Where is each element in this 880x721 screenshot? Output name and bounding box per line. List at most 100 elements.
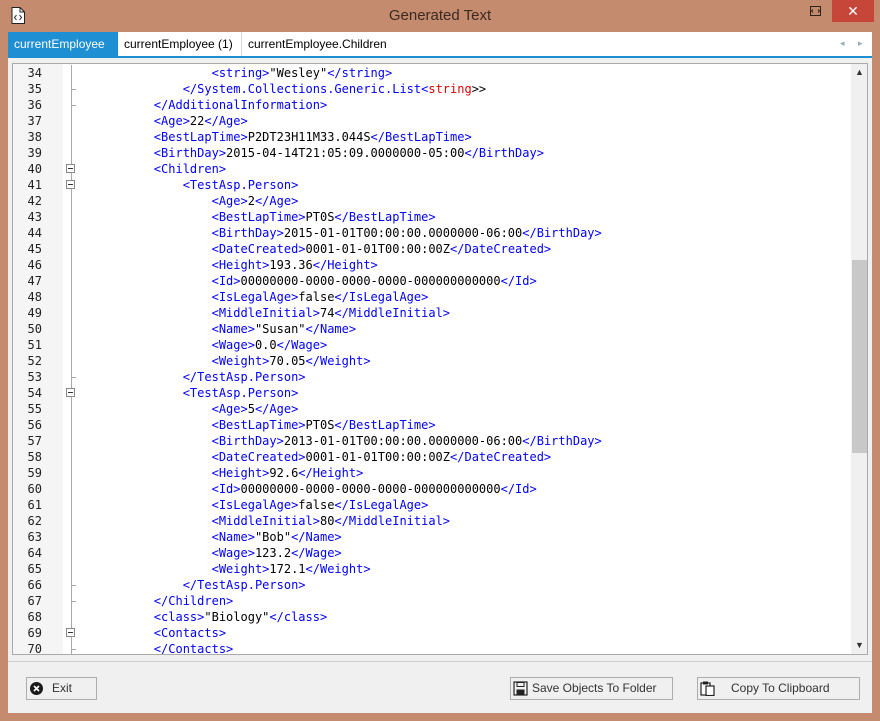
xml-tag: <Children>: [153, 162, 227, 176]
code-text: </TestAsp.Person>: [96, 369, 306, 385]
line-number: 35: [27, 82, 42, 96]
xml-value: 80: [319, 514, 335, 528]
code-line: 65 <Weight>172.1</Weight>: [13, 561, 851, 577]
vertical-scrollbar[interactable]: ▲ ▼: [851, 64, 867, 654]
fold-guide: [65, 225, 79, 241]
fold-toggle[interactable]: [65, 177, 79, 193]
xml-value: 193.36: [269, 258, 313, 272]
xml-tag: <BestLapTime>: [153, 130, 248, 144]
fold-guide: [65, 449, 79, 465]
copy-to-clipboard-button[interactable]: Copy To Clipboard: [697, 677, 860, 700]
fold-toggle[interactable]: [65, 625, 79, 641]
scroll-down-button[interactable]: ▼: [851, 637, 867, 654]
title-bar[interactable]: Generated Text ✕: [0, 0, 880, 32]
code-line: 51 <Wage>0.0</Wage>: [13, 337, 851, 353]
fold-guide: [65, 433, 79, 449]
line-number: 70: [27, 642, 42, 655]
xml-value: 2015-01-01T00:00:00.0000000-06:00: [283, 226, 523, 240]
tab-current-employee-children[interactable]: currentEmployee.Children: [242, 32, 392, 56]
xml-tag: </BestLapTime>: [334, 210, 436, 224]
code-line: 56 <BestLapTime>PT0S</BestLapTime>: [13, 417, 851, 433]
code-line: 41 <TestAsp.Person>: [13, 177, 851, 193]
line-number: 65: [27, 562, 42, 576]
fold-guide: [65, 193, 79, 209]
fold-guide: [65, 497, 79, 513]
line-number: 37: [27, 114, 42, 128]
fold-guide: [65, 337, 79, 353]
fold-guide: [65, 81, 79, 97]
line-number: 56: [27, 418, 42, 432]
tab-current-employee[interactable]: currentEmployee: [8, 32, 118, 56]
tab-scroll-left-button[interactable]: ◂: [840, 32, 845, 56]
xml-tag: <IsLegalAge>: [211, 290, 299, 304]
fold-toggle[interactable]: [65, 385, 79, 401]
window-title: Generated Text: [388, 7, 492, 24]
fold-guide: [65, 529, 79, 545]
fold-guide: [65, 257, 79, 273]
code-text: <Children>: [96, 161, 226, 177]
code-line: 53 </TestAsp.Person>: [13, 369, 851, 385]
fold-toggle[interactable]: [65, 161, 79, 177]
xml-tag: </MiddleInitial>: [334, 514, 451, 528]
code-line: 70 </Contacts>: [13, 641, 851, 655]
fold-guide: [65, 641, 79, 654]
xml-value: 00000000-0000-0000-0000-000000000000: [240, 482, 501, 496]
code-text: </AdditionalInformation>: [96, 97, 327, 113]
code-text: <TestAsp.Person>: [96, 385, 299, 401]
fold-guide: [65, 209, 79, 225]
exit-icon: [30, 682, 43, 695]
code-line: 44 <BirthDay>2015-01-01T00:00:00.0000000…: [13, 225, 851, 241]
line-number: 45: [27, 242, 42, 256]
line-number: 36: [27, 98, 42, 112]
save-objects-button-label: Save Objects To Folder: [532, 681, 657, 695]
xml-value: "Wesley": [269, 66, 328, 80]
code-editor[interactable]: 34 <string>"Wesley"</string> 35 </System.…: [12, 63, 868, 655]
generated-text-window: Generated Text ✕ currentEmployee current…: [0, 0, 880, 721]
scroll-up-button[interactable]: ▲: [851, 64, 867, 81]
line-number: 64: [27, 546, 42, 560]
code-text: <Age>2</Age>: [96, 193, 299, 209]
code-line: 43 <BestLapTime>PT0S</BestLapTime>: [13, 209, 851, 225]
code-text: <Age>22</Age>: [96, 113, 248, 129]
scroll-thumb[interactable]: [852, 260, 867, 453]
xml-tag: <Height>: [211, 258, 270, 272]
line-number: 48: [27, 290, 42, 304]
tab-current-employee-1[interactable]: currentEmployee (1): [118, 32, 242, 56]
fold-guide: [65, 97, 79, 113]
xml-value: 92.6: [269, 466, 299, 480]
code-text: <IsLegalAge>false</IsLegalAge>: [96, 497, 429, 513]
xml-value: >>: [471, 82, 487, 96]
line-number: 57: [27, 434, 42, 448]
tab-strip: currentEmployee currentEmployee (1) curr…: [8, 32, 872, 58]
xml-tag: <MiddleInitial>: [211, 306, 320, 320]
close-button[interactable]: ✕: [832, 0, 874, 22]
xml-tag: </MiddleInitial>: [334, 306, 451, 320]
xml-tag: </Contacts>: [153, 642, 234, 655]
tab-scroll-right-button[interactable]: ▸: [858, 32, 863, 56]
code-line: 49 <MiddleInitial>74</MiddleInitial>: [13, 305, 851, 321]
line-number: 49: [27, 306, 42, 320]
save-objects-button[interactable]: Save Objects To Folder: [510, 677, 673, 700]
xml-tag: </BirthDay>: [522, 226, 602, 240]
xml-tag: </Id>: [500, 274, 537, 288]
xml-value: 5: [247, 402, 255, 416]
fold-guide: [65, 577, 79, 593]
xml-tag: <BirthDay>: [211, 226, 284, 240]
code-text: <Name>"Bob"</Name>: [96, 529, 342, 545]
xml-value: 22: [189, 114, 205, 128]
fold-guide: [65, 129, 79, 145]
xml-tag: </class>: [269, 610, 328, 624]
save-icon: [513, 681, 528, 696]
code-text: <string>"Wesley"</string>: [96, 65, 393, 81]
restore-button[interactable]: [798, 0, 832, 22]
code-text: <MiddleInitial>80</MiddleInitial>: [96, 513, 450, 529]
code-text: <Name>"Susan"</Name>: [96, 321, 357, 337]
fold-guide: [65, 113, 79, 129]
close-icon: ✕: [847, 3, 859, 19]
code-line: 54 <TestAsp.Person>: [13, 385, 851, 401]
code-line: 36 </AdditionalInformation>: [13, 97, 851, 113]
line-number: 38: [27, 130, 42, 144]
code-text: <TestAsp.Person>: [96, 177, 299, 193]
xml-tag: <Age>: [153, 114, 190, 128]
exit-button[interactable]: Exit: [26, 677, 97, 700]
